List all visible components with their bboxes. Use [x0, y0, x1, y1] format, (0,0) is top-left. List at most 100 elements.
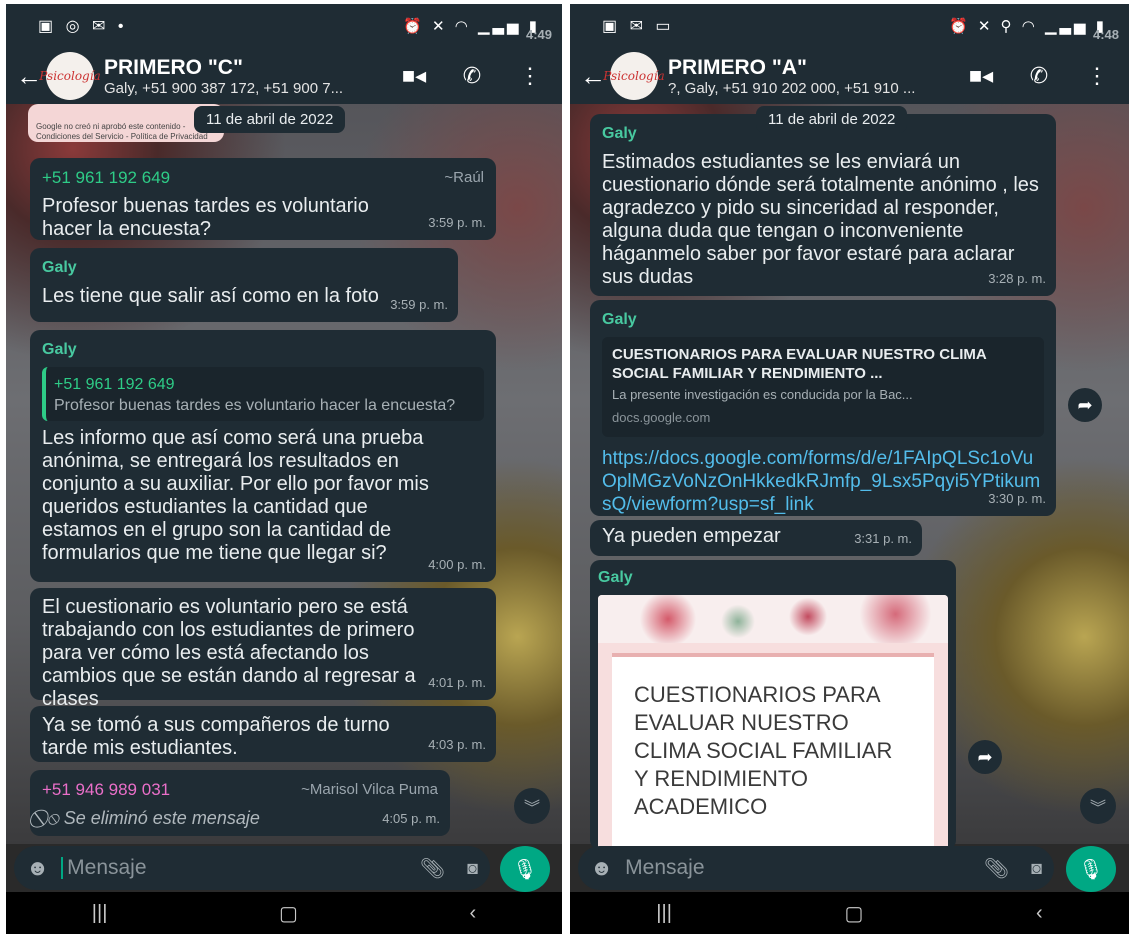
- message-time: 3:30 p. m.: [988, 491, 1046, 506]
- date-chip: 11 de abril de 2022: [756, 106, 908, 133]
- microphone-button[interactable]: 🎙︎: [500, 846, 550, 892]
- home-icon[interactable]: ▢: [279, 901, 298, 926]
- microphone-icon: 🎙︎: [1078, 858, 1104, 881]
- quoted-message[interactable]: +51 961 192 649 Profesor buenas tardes e…: [42, 367, 484, 421]
- chat-header: ← Psicología PRIMERO "A" ?, Galy, +51 91…: [570, 48, 1129, 104]
- video-call-icon[interactable]: ■◂: [959, 63, 1003, 89]
- shared-image[interactable]: CUESTIONARIOS PARA EVALUAR NUESTRO CLIMA…: [598, 595, 948, 851]
- chat-screen-primero-c: 4:49 ▣ ◎ ✉ • ⏰ ✕ ◠ ▁▃▅ ▮ ← Psicología PR…: [6, 4, 562, 934]
- preview-caption: Google no creó ni aprobó este contenido …: [36, 122, 208, 141]
- chat-title: PRIMERO "A": [668, 55, 807, 79]
- system-status-icons: ⏰ ✕ ◠ ▁▃▅ ▮: [403, 18, 540, 35]
- message-bubble[interactable]: Ya pueden empezar 3:31 p. m.: [590, 520, 922, 556]
- forward-icon[interactable]: ➦: [968, 740, 1002, 774]
- phone-call-icon[interactable]: ✆: [1017, 63, 1061, 89]
- text-cursor: [61, 857, 64, 879]
- message-bubble-deleted[interactable]: +51 946 989 031 ~Marisol Vilca Puma ⃠ ⦸ S…: [30, 770, 450, 836]
- sender-phone[interactable]: +51 961 192 649: [42, 166, 170, 189]
- message-text: Se eliminó este mensaje: [63, 808, 260, 828]
- notification-icons: ▣ ✉ ▭: [602, 18, 675, 35]
- message-input[interactable]: ☻ Mensaje 📎︎ ◙: [578, 846, 1054, 890]
- deleted-icon: ⃠ ⦸: [42, 808, 64, 828]
- sender-name: Galy: [602, 311, 637, 328]
- message-time: 3:31 p. m.: [854, 531, 912, 546]
- microphone-icon: 🎙︎: [512, 858, 538, 881]
- message-bubble[interactable]: Galy Les tiene que salir así como en la …: [30, 248, 458, 322]
- input-bar: ☻ Mensaje 📎︎ ◙ 🎙︎: [570, 846, 1129, 892]
- system-nav-bar: ||| ▢ ‹: [6, 892, 562, 934]
- notification-icons: ▣ ◎ ✉ •: [38, 18, 128, 35]
- status-bar: 4:49 ▣ ◎ ✉ • ⏰ ✕ ◠ ▁▃▅ ▮: [6, 4, 562, 48]
- attach-icon[interactable]: 📎︎: [984, 856, 1009, 881]
- message-time: 4:00 p. m.: [428, 557, 486, 572]
- chat-participants: ?, Galy, +51 910 202 000, +51 910 ...: [668, 79, 916, 97]
- link-preview-domain: docs.google.com: [612, 410, 711, 425]
- microphone-button[interactable]: 🎙︎: [1066, 846, 1116, 892]
- message-bubble-image[interactable]: Galy CUESTIONARIOS PARA EVALUAR NUESTRO …: [590, 560, 956, 851]
- system-status-icons: ⏰ ✕ ⚲ ◠ ▁▃▅ ▮: [948, 18, 1107, 35]
- message-bubble[interactable]: Galy +51 961 192 649 Profesor buenas tar…: [30, 330, 496, 582]
- message-text: Les informo que así como será una prueba…: [42, 427, 429, 564]
- message-text: Les tiene que salir así como en la foto: [42, 285, 379, 307]
- avatar-label: Psicología: [603, 69, 665, 83]
- video-call-icon[interactable]: ■◂: [392, 63, 436, 89]
- group-avatar[interactable]: Psicología: [603, 52, 665, 100]
- forward-icon[interactable]: ➦: [1068, 388, 1102, 422]
- message-input[interactable]: ☻ Mensaje 📎︎ ◙: [14, 846, 490, 890]
- message-bubble[interactable]: +51 961 192 649 ~Raúl Profesor buenas tar…: [30, 158, 496, 240]
- status-bar: 4:48 ▣ ✉ ▭ ⏰ ✕ ⚲ ◠ ▁▃▅ ▮: [570, 4, 1129, 48]
- message-time: 4:03 p. m.: [428, 737, 486, 752]
- sender-name: Galy: [42, 341, 77, 358]
- date-chip: 11 de abril de 2022: [194, 106, 346, 133]
- system-nav-bar: ||| ▢ ‹: [570, 892, 1129, 934]
- input-placeholder: Mensaje: [67, 856, 147, 879]
- message-bubble[interactable]: Galy Estimados estudiantes se les enviar…: [590, 114, 1056, 296]
- more-options-icon[interactable]: ⋮: [1075, 63, 1119, 89]
- message-text: Ya se tomó a sus compañeros de turno tar…: [42, 714, 390, 759]
- sender-alias: ~Marisol Vilca Puma: [301, 781, 438, 798]
- message-time: 4:01 p. m.: [428, 675, 486, 690]
- camera-icon[interactable]: ◙: [1031, 858, 1042, 879]
- attach-icon[interactable]: 📎︎: [420, 856, 445, 881]
- message-text: Profesor buenas tardes es voluntario hac…: [42, 195, 369, 240]
- message-bubble[interactable]: El cuestionario es voluntario pero se es…: [30, 588, 496, 710]
- emoji-icon[interactable]: ☻: [590, 855, 613, 881]
- scroll-down-icon[interactable]: ︾: [514, 788, 550, 824]
- group-avatar[interactable]: Psicología: [39, 52, 101, 100]
- status-time: 4:48: [1092, 27, 1119, 42]
- message-bubble-link[interactable]: Galy CUESTIONARIOS PARA EVALUAR NUESTRO …: [590, 300, 1056, 516]
- message-time: 4:05 p. m.: [382, 811, 440, 826]
- input-placeholder: Mensaje: [625, 856, 705, 879]
- sender-name: Galy: [598, 569, 633, 586]
- chat-info[interactable]: PRIMERO "C" Galy, +51 900 387 172, +51 9…: [104, 56, 378, 97]
- image-text: CUESTIONARIOS PARA EVALUAR NUESTRO CLIMA…: [634, 682, 893, 819]
- phone-call-icon[interactable]: ✆: [450, 63, 494, 89]
- chat-info[interactable]: PRIMERO "A" ?, Galy, +51 910 202 000, +5…: [668, 56, 945, 97]
- image-card: CUESTIONARIOS PARA EVALUAR NUESTRO CLIMA…: [612, 653, 934, 851]
- more-options-icon[interactable]: ⋮: [508, 63, 552, 89]
- message-time: 3:59 p. m.: [390, 297, 448, 312]
- link-preview-card[interactable]: CUESTIONARIOS PARA EVALUAR NUESTRO CLIMA…: [602, 337, 1044, 437]
- message-bubble[interactable]: Ya se tomó a sus compañeros de turno tar…: [30, 706, 496, 762]
- recent-apps-icon[interactable]: |||: [656, 902, 672, 925]
- message-text: El cuestionario es voluntario pero se es…: [42, 596, 416, 710]
- scroll-down-icon[interactable]: ︾: [1080, 788, 1116, 824]
- quoted-sender: +51 961 192 649: [54, 376, 175, 393]
- message-link[interactable]: https://docs.google.com/forms/d/e/1FAIpQ…: [602, 447, 1042, 516]
- sender-phone[interactable]: +51 946 989 031: [42, 778, 170, 801]
- back-nav-icon[interactable]: ‹: [1036, 902, 1043, 925]
- avatar-label: Psicología: [39, 69, 101, 83]
- emoji-icon[interactable]: ☻: [26, 855, 49, 881]
- home-icon[interactable]: ▢: [845, 901, 864, 926]
- message-time: 3:28 p. m.: [988, 271, 1046, 286]
- chat-title: PRIMERO "C": [104, 55, 243, 79]
- back-nav-icon[interactable]: ‹: [470, 902, 477, 925]
- message-text: Estimados estudiantes se les enviará un …: [602, 151, 1039, 288]
- chat-header: ← Psicología PRIMERO "C" Galy, +51 900 3…: [6, 48, 562, 104]
- camera-icon[interactable]: ◙: [467, 858, 478, 879]
- status-time: 4:49: [525, 27, 552, 42]
- recent-apps-icon[interactable]: |||: [92, 902, 108, 925]
- sender-alias: ~Raúl: [444, 169, 484, 186]
- link-preview-title: CUESTIONARIOS PARA EVALUAR NUESTRO CLIMA…: [612, 346, 987, 382]
- message-time: 3:59 p. m.: [428, 215, 486, 230]
